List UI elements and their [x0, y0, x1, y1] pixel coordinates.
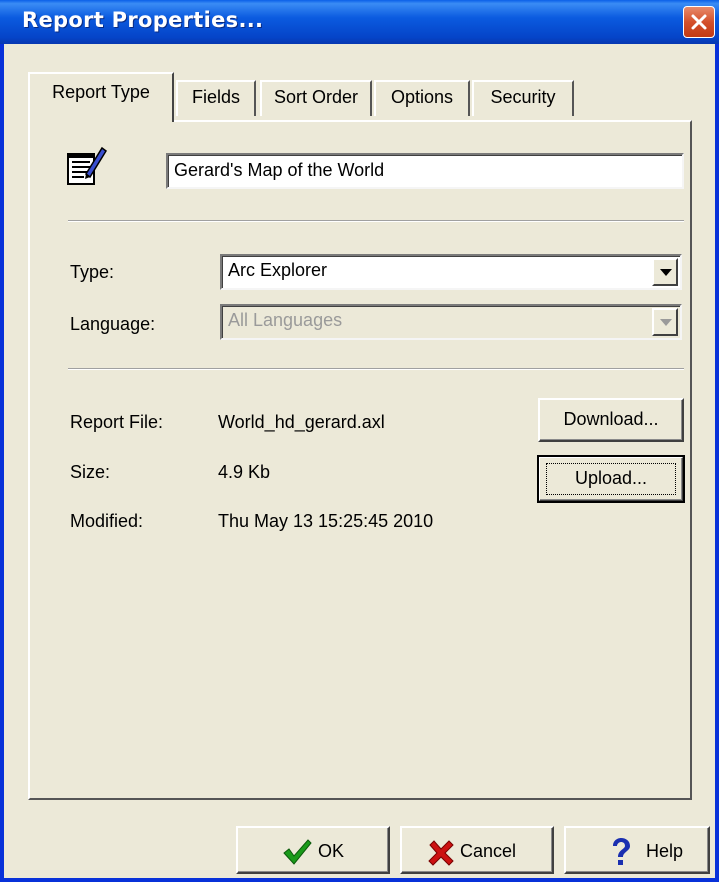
title-bar[interactable]: Report Properties... — [0, 0, 719, 44]
type-select-value: Arc Explorer — [228, 260, 328, 280]
size-label: Size: — [70, 462, 111, 482]
tab-label: Report Type — [52, 82, 150, 102]
modified-value: Thu May 13 15:25:45 2010 — [218, 511, 434, 531]
cancel-button-label: Cancel — [460, 841, 517, 861]
separator — [68, 220, 684, 222]
help-button-label: Help — [646, 841, 684, 861]
dropdown-arrow-icon — [660, 269, 672, 276]
type-select[interactable]: Arc Explorer — [220, 254, 682, 290]
language-select-value: All Languages — [228, 310, 343, 330]
tab-report-type[interactable]: Report Type — [28, 72, 174, 122]
modified-label: Modified: — [70, 511, 144, 531]
tab-label: Options — [390, 87, 454, 107]
upload-button[interactable]: Upload... — [537, 455, 685, 503]
tab-label: Sort Order — [273, 87, 359, 107]
report-document-icon — [67, 146, 107, 185]
question-mark-icon — [613, 838, 630, 865]
language-select: All Languages — [220, 304, 682, 340]
close-button[interactable] — [683, 6, 715, 38]
separator — [68, 368, 684, 370]
focus-rectangle — [546, 463, 676, 495]
size-value: 4.9 Kb — [218, 462, 271, 482]
type-label: Type: — [70, 262, 115, 282]
report-properties-dialog: Report Properties... Report Type Fields … — [0, 0, 719, 882]
report-name-value: Gerard's Map of the World — [174, 160, 385, 180]
tab-options[interactable]: Options — [374, 80, 470, 116]
report-file-value: World_hd_gerard.axl — [218, 412, 385, 432]
close-icon — [691, 14, 707, 30]
tab-panel-report-type: Gerard's Map of the World Type: Arc Expl… — [28, 120, 692, 800]
tab-label: Fields — [191, 87, 240, 107]
type-dropdown-button[interactable] — [652, 258, 678, 286]
cancel-button[interactable]: Cancel — [400, 826, 554, 874]
download-button[interactable]: Download... — [538, 398, 684, 442]
tab-fields[interactable]: Fields — [176, 80, 256, 116]
window-title: Report Properties... — [22, 8, 264, 32]
download-button-label: Download... — [563, 409, 659, 429]
dropdown-arrow-icon — [660, 319, 672, 326]
report-file-label: Report File: — [70, 412, 164, 432]
checkmark-icon — [283, 839, 312, 865]
tab-label: Security — [490, 87, 556, 107]
report-name-input[interactable]: Gerard's Map of the World — [166, 153, 684, 189]
ok-button-label: OK — [318, 841, 345, 861]
tab-security[interactable]: Security — [472, 80, 574, 116]
x-mark-icon — [428, 840, 454, 866]
help-button[interactable]: Help — [564, 826, 710, 874]
ok-button[interactable]: OK — [236, 826, 390, 874]
tab-sort-order[interactable]: Sort Order — [260, 80, 372, 116]
language-label: Language: — [70, 314, 156, 334]
language-dropdown-button — [652, 308, 678, 336]
